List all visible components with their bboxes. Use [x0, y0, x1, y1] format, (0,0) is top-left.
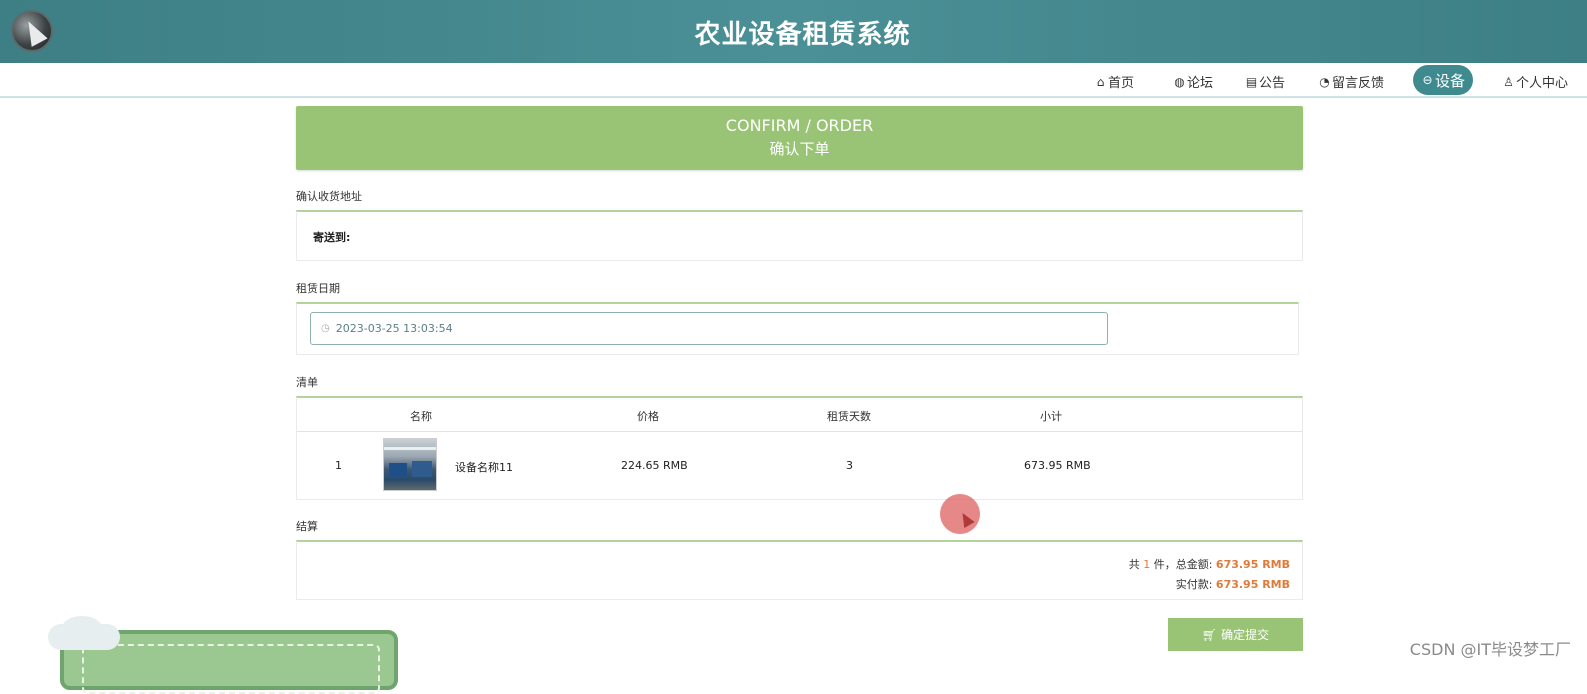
- settlement-box: 共 1 件，总金额: 673.95 RMB 实付款: 673.95 RMB: [296, 540, 1303, 600]
- banner-title-en: CONFIRM / ORDER: [725, 116, 874, 135]
- row-subtotal: 673.95 RMB: [1024, 459, 1091, 472]
- page-banner: CONFIRM / ORDER 确认下单: [296, 106, 1303, 170]
- total-amount: 673.95 RMB: [1215, 558, 1290, 571]
- col-days: 租赁天数: [827, 410, 871, 423]
- device-icon: ⊖: [1422, 73, 1433, 87]
- banner-title-cn: 确认下单: [769, 140, 830, 158]
- nav-home[interactable]: ⌂ 首页: [1094, 72, 1135, 92]
- address-box: 寄送到:: [296, 210, 1303, 261]
- settlement-section-label: 结算: [296, 520, 318, 533]
- ship-to-label: 寄送到:: [313, 231, 351, 244]
- site-title: 农业设备租赁系统: [694, 20, 911, 50]
- cart-icon: 🛒︎: [1201, 627, 1218, 642]
- rental-date-box: ◷ 2023-03-25 13:03:54: [296, 302, 1299, 355]
- nav-profile-label: 个人中心: [1516, 76, 1569, 91]
- watermark: CSDN @IT毕设梦工厂: [1409, 640, 1571, 659]
- col-name: 名称: [410, 410, 432, 423]
- rental-date-section-label: 租赁日期: [296, 282, 340, 295]
- row-index: 1: [335, 459, 342, 472]
- notice-icon: ▤: [1245, 74, 1258, 89]
- rental-days: 3: [846, 459, 853, 472]
- nav-notice[interactable]: ▤ 公告: [1245, 72, 1286, 92]
- count-prefix: 共: [1128, 558, 1140, 571]
- product-thumbnail[interactable]: [383, 438, 437, 491]
- nav-home-label: 首页: [1108, 76, 1135, 91]
- item-count: 1: [1143, 558, 1151, 571]
- nav-feedback[interactable]: ◔ 留言反馈: [1318, 72, 1385, 92]
- nav-forum[interactable]: ◍ 论坛: [1173, 72, 1214, 92]
- home-icon: ⌂: [1096, 74, 1105, 89]
- user-icon: ♙: [1503, 74, 1514, 89]
- top-header: 农业设备租赁系统: [0, 0, 1587, 63]
- clock-icon: ◷: [321, 323, 330, 334]
- nav-notice-label: 公告: [1259, 76, 1286, 91]
- count-suffix: 件，总金额:: [1153, 558, 1213, 571]
- submit-label: 确定提交: [1221, 628, 1270, 642]
- order-table: 名称 价格 租赁天数 小计 1 设备名称11 224.65 RMB 3 673.…: [296, 396, 1303, 500]
- nav-device-label: 设备: [1435, 71, 1466, 90]
- product-price: 224.65 RMB: [621, 459, 688, 472]
- paid-label: 实付款:: [1175, 578, 1213, 591]
- nav-feedback-label: 留言反馈: [1332, 76, 1385, 91]
- rental-date-input[interactable]: ◷ 2023-03-25 13:03:54: [310, 312, 1108, 345]
- nav-forum-label: 论坛: [1187, 76, 1214, 91]
- paid-line: 实付款: 673.95 RMB: [1176, 576, 1290, 592]
- main-nav: ⌂ 首页 ◍ 论坛 ▤ 公告 ◔ 留言反馈 ⊖ 设备 ♙ 个人中心: [0, 63, 1587, 98]
- address-section-label: 确认收货地址: [296, 190, 362, 203]
- list-section-label: 清单: [296, 376, 318, 389]
- nav-device[interactable]: ⊖ 设备: [1413, 65, 1474, 95]
- feedback-icon: ◔: [1319, 74, 1330, 89]
- product-name[interactable]: 设备名称11: [455, 459, 513, 475]
- nav-profile[interactable]: ♙ 个人中心: [1502, 72, 1569, 92]
- submit-order-button[interactable]: 🛒︎ 确定提交: [1168, 618, 1303, 651]
- cloud-puff: [62, 616, 102, 640]
- paid-amount: 673.95 RMB: [1215, 578, 1290, 591]
- total-line: 共 1 件，总金额: 673.95 RMB: [1129, 556, 1290, 572]
- globe-icon: ◍: [1174, 74, 1185, 89]
- col-subtotal: 小计: [1040, 410, 1062, 423]
- rental-date-value: 2023-03-25 13:03:54: [335, 322, 453, 335]
- table-header: 名称 价格 租赁天数 小计: [297, 398, 1302, 432]
- col-price: 价格: [637, 410, 659, 423]
